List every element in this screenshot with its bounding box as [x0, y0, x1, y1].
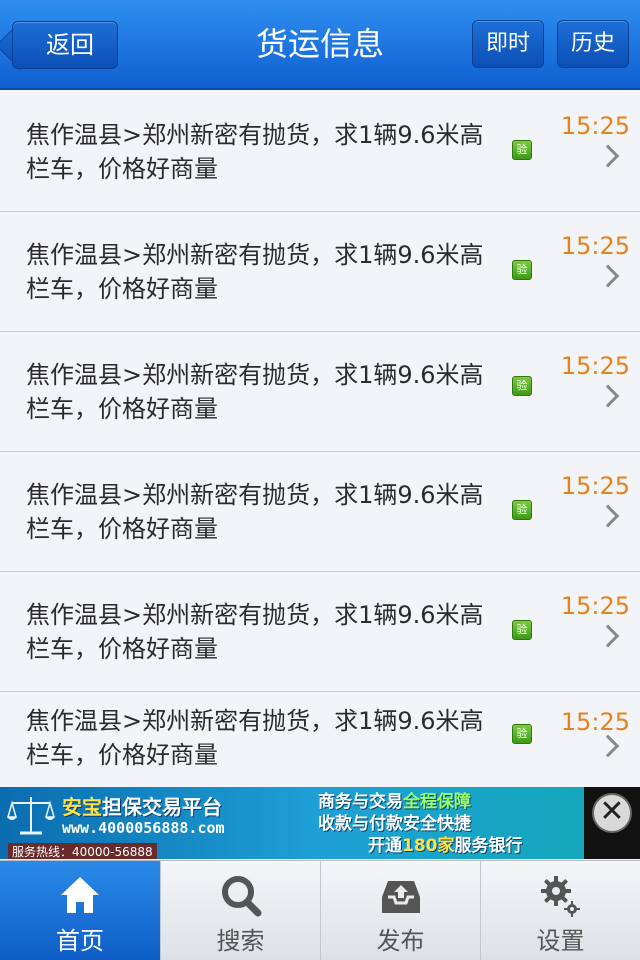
- gear-icon: [540, 876, 580, 917]
- verified-badge-icon: 验: [512, 260, 532, 280]
- ad-line-3: 开通180家服务银行: [318, 835, 588, 857]
- tab-search[interactable]: 搜索: [160, 861, 320, 960]
- search-icon: [221, 876, 261, 917]
- ad-brand-name: 安宝: [62, 795, 102, 819]
- chevron-right-icon: [596, 624, 620, 648]
- list-item-text: 焦作温县>郑州新密有抛货，求1辆9.6米高栏车，价格好商量: [26, 121, 484, 183]
- verified-badge-icon: 验: [512, 500, 532, 520]
- list-item-text: 焦作温县>郑州新密有抛货，求1辆9.6米高栏车，价格好商量: [26, 707, 484, 769]
- chevron-right-icon: [596, 384, 620, 408]
- ad-line-1-a: 商务与交易: [318, 792, 403, 812]
- tab-publish-label: 发布: [376, 927, 425, 955]
- list-item-text: 焦作温县>郑州新密有抛货，求1辆9.6米高栏车，价格好商量: [26, 241, 484, 303]
- publish-tray-icon: [381, 881, 420, 913]
- ad-line-2: 收款与付款安全快捷: [318, 814, 471, 834]
- scale-icon: [7, 797, 55, 835]
- list-item-time: 15:25: [560, 112, 630, 140]
- chevron-right-icon: [596, 504, 620, 528]
- freight-list: 焦作温县>郑州新密有抛货，求1辆9.6米高栏车，价格好商量 验 15:25 焦作…: [0, 92, 640, 786]
- list-item-time: 15:25: [560, 472, 630, 500]
- list-item-text: 焦作温县>郑州新密有抛货，求1辆9.6米高栏车，价格好商量: [26, 601, 484, 663]
- list-item-time: 15:25: [560, 232, 630, 260]
- list-item[interactable]: 焦作温县>郑州新密有抛货，求1辆9.6米高栏车，价格好商量 验 15:25: [0, 92, 640, 212]
- list-item[interactable]: 焦作温县>郑州新密有抛货，求1辆9.6米高栏车，价格好商量 验 15:25: [0, 572, 640, 692]
- ad-brand-tagline: 担保交易平台: [102, 795, 222, 819]
- ad-close-area[interactable]: ✕: [584, 787, 640, 859]
- ad-brand: 安宝担保交易平台: [62, 791, 222, 820]
- ad-line-3-b: 180家: [402, 836, 455, 856]
- list-item-text: 焦作温县>郑州新密有抛货，求1辆9.6米高栏车，价格好商量: [26, 481, 484, 543]
- verified-badge-icon: 验: [512, 620, 532, 640]
- back-button[interactable]: 返回: [12, 21, 118, 69]
- home-icon: [61, 877, 99, 913]
- tab-home-label: 首页: [56, 927, 104, 955]
- list-item[interactable]: 焦作温县>郑州新密有抛货，求1辆9.6米高栏车，价格好商量 验 15:25: [0, 332, 640, 452]
- tab-home[interactable]: 首页: [0, 861, 160, 960]
- ad-line-1: 商务与交易全程保障: [318, 791, 588, 813]
- close-icon[interactable]: ✕: [592, 793, 632, 833]
- history-button[interactable]: 历史: [557, 20, 629, 68]
- ad-line-1-b: 全程保障: [403, 792, 471, 812]
- ad-banner[interactable]: 安宝担保交易平台 www.4000056888.com 服务热线：40000-5…: [0, 787, 640, 859]
- verified-badge-icon: 验: [512, 376, 532, 396]
- chevron-right-icon: [596, 264, 620, 288]
- realtime-button[interactable]: 即时: [472, 20, 544, 68]
- ad-line-3-a: 开通: [368, 836, 402, 856]
- bottom-tab-bar: 首页 搜索 发布 设置: [0, 860, 640, 960]
- tab-search-label: 搜索: [216, 927, 265, 955]
- nav-header: 货运信息 返回 即时 历史: [0, 0, 640, 90]
- ad-line-3-c: 服务银行: [454, 836, 523, 856]
- list-item-time: 15:25: [560, 592, 630, 620]
- tab-settings-label: 设置: [536, 927, 585, 955]
- tab-settings[interactable]: 设置: [480, 861, 640, 960]
- list-item-text: 焦作温县>郑州新密有抛货，求1辆9.6米高栏车，价格好商量: [26, 361, 484, 423]
- list-item[interactable]: 焦作温县>郑州新密有抛货，求1辆9.6米高栏车，价格好商量 验 15:25: [0, 452, 640, 572]
- back-button-wrap[interactable]: 返回: [0, 0, 130, 90]
- ad-left-panel: 安宝担保交易平台 www.4000056888.com 服务热线：40000-5…: [0, 787, 310, 859]
- list-item-time: 15:25: [560, 708, 630, 736]
- list-item[interactable]: 焦作温县>郑州新密有抛货，求1辆9.6米高栏车，价格好商量 验 15:25: [0, 212, 640, 332]
- tab-publish[interactable]: 发布: [320, 861, 480, 960]
- verified-badge-icon: 验: [512, 724, 532, 744]
- verified-badge-icon: 验: [512, 140, 532, 160]
- list-item-time: 15:25: [560, 352, 630, 380]
- list-item[interactable]: 焦作温县>郑州新密有抛货，求1辆9.6米高栏车，价格好商量 验 15:25: [0, 692, 640, 786]
- chevron-right-icon: [596, 734, 620, 758]
- chevron-right-icon: [596, 144, 620, 168]
- ad-url: www.4000056888.com: [62, 819, 225, 837]
- ad-right-panel: 商务与交易全程保障 收款与付款安全快捷 开通180家服务银行: [318, 791, 588, 857]
- ad-hotline: 服务热线：40000-56888: [8, 843, 157, 859]
